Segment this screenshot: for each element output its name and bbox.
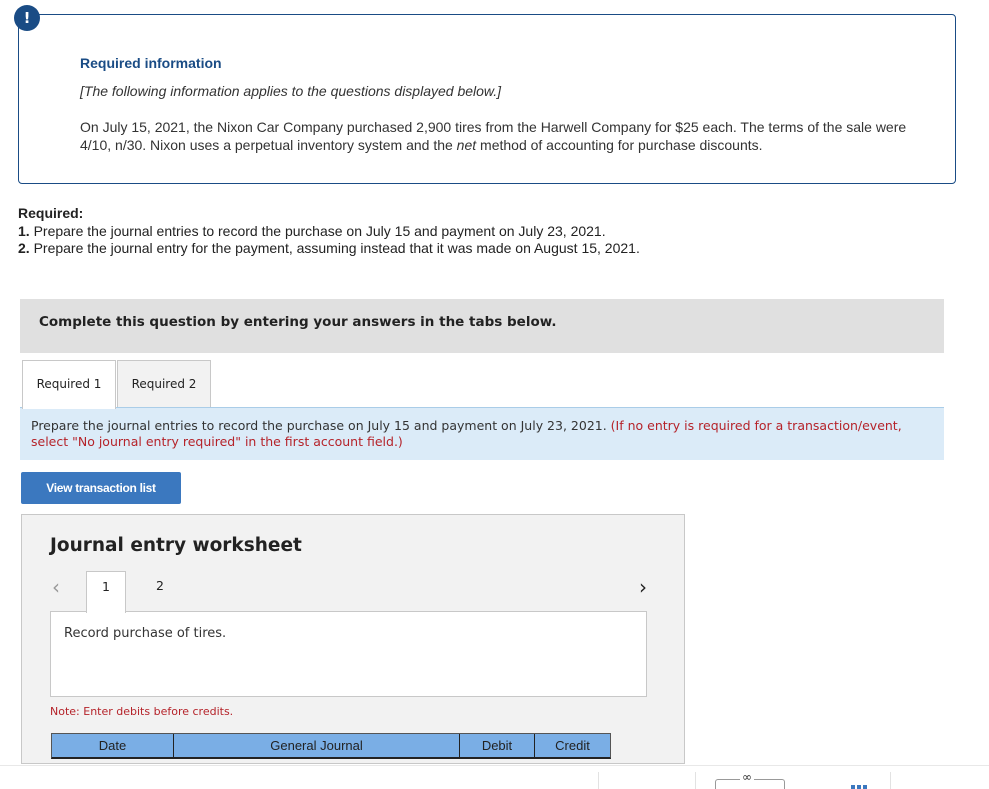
required-section: Required: 1. Prepare the journal entries… xyxy=(18,205,640,258)
view-transaction-list-button[interactable]: View transaction list xyxy=(21,472,181,504)
required-item-number: 2. xyxy=(18,240,30,256)
required-information-box: Required information [The following info… xyxy=(18,14,956,184)
column-header-general-journal: General Journal xyxy=(174,734,460,757)
info-body: On July 15, 2021, the Nixon Car Company … xyxy=(80,119,940,154)
column-header-debit: Debit xyxy=(460,734,535,757)
toolbar-divider xyxy=(890,772,891,789)
entry-description: Record purchase of tires. xyxy=(64,626,227,641)
info-body-text-end: method of accounting for purchase discou… xyxy=(476,136,763,153)
debits-note: Note: Enter debits before credits. xyxy=(50,705,234,718)
chevron-left-icon[interactable]: ‹ xyxy=(52,575,60,599)
complete-question-banner: Complete this question by entering your … xyxy=(20,299,944,353)
required-item-text: Prepare the journal entry for the paymen… xyxy=(29,240,640,256)
tab-required-1[interactable]: Required 1 xyxy=(22,360,116,409)
instructions-panel: Prepare the journal entries to record th… xyxy=(20,407,944,460)
info-subtitle: [The following information applies to th… xyxy=(80,83,502,99)
info-title: Required information xyxy=(80,55,222,71)
entry-tab-1[interactable]: 1 xyxy=(86,571,126,613)
column-header-credit: Credit xyxy=(555,738,590,753)
required-heading: Required: xyxy=(18,205,84,221)
required-item: 1. Prepare the journal entries to record… xyxy=(18,223,640,241)
instructions-text: Prepare the journal entries to record th… xyxy=(31,418,611,433)
toolbar-divider xyxy=(598,772,599,789)
alert-icon: ! xyxy=(14,5,40,31)
complete-question-text: Complete this question by entering your … xyxy=(39,314,557,330)
toolbar-divider xyxy=(695,772,696,789)
journal-table-header: Date General Journal Debit Credit xyxy=(51,733,611,759)
required-item-text: Prepare the journal entries to record th… xyxy=(29,222,606,239)
grid-icon[interactable] xyxy=(851,785,869,789)
entry-description-box: Record purchase of tires. xyxy=(50,611,647,697)
info-body-italic: net xyxy=(456,136,477,153)
journal-entry-worksheet: Journal entry worksheet ‹ 1 2 › Record p… xyxy=(21,514,685,764)
required-item-number: 1. xyxy=(18,222,30,239)
required-item: 2. Prepare the journal entry for the pay… xyxy=(18,240,640,258)
chevron-right-icon[interactable]: › xyxy=(639,575,647,599)
entry-tab-2[interactable]: 2 xyxy=(140,571,180,612)
bottom-toolbar: ∞ xyxy=(0,765,989,789)
column-header-date: Date xyxy=(52,734,174,757)
worksheet-title: Journal entry worksheet xyxy=(50,535,302,556)
tab-required-2[interactable]: Required 2 xyxy=(117,360,211,407)
link-icon: ∞ xyxy=(740,770,754,784)
